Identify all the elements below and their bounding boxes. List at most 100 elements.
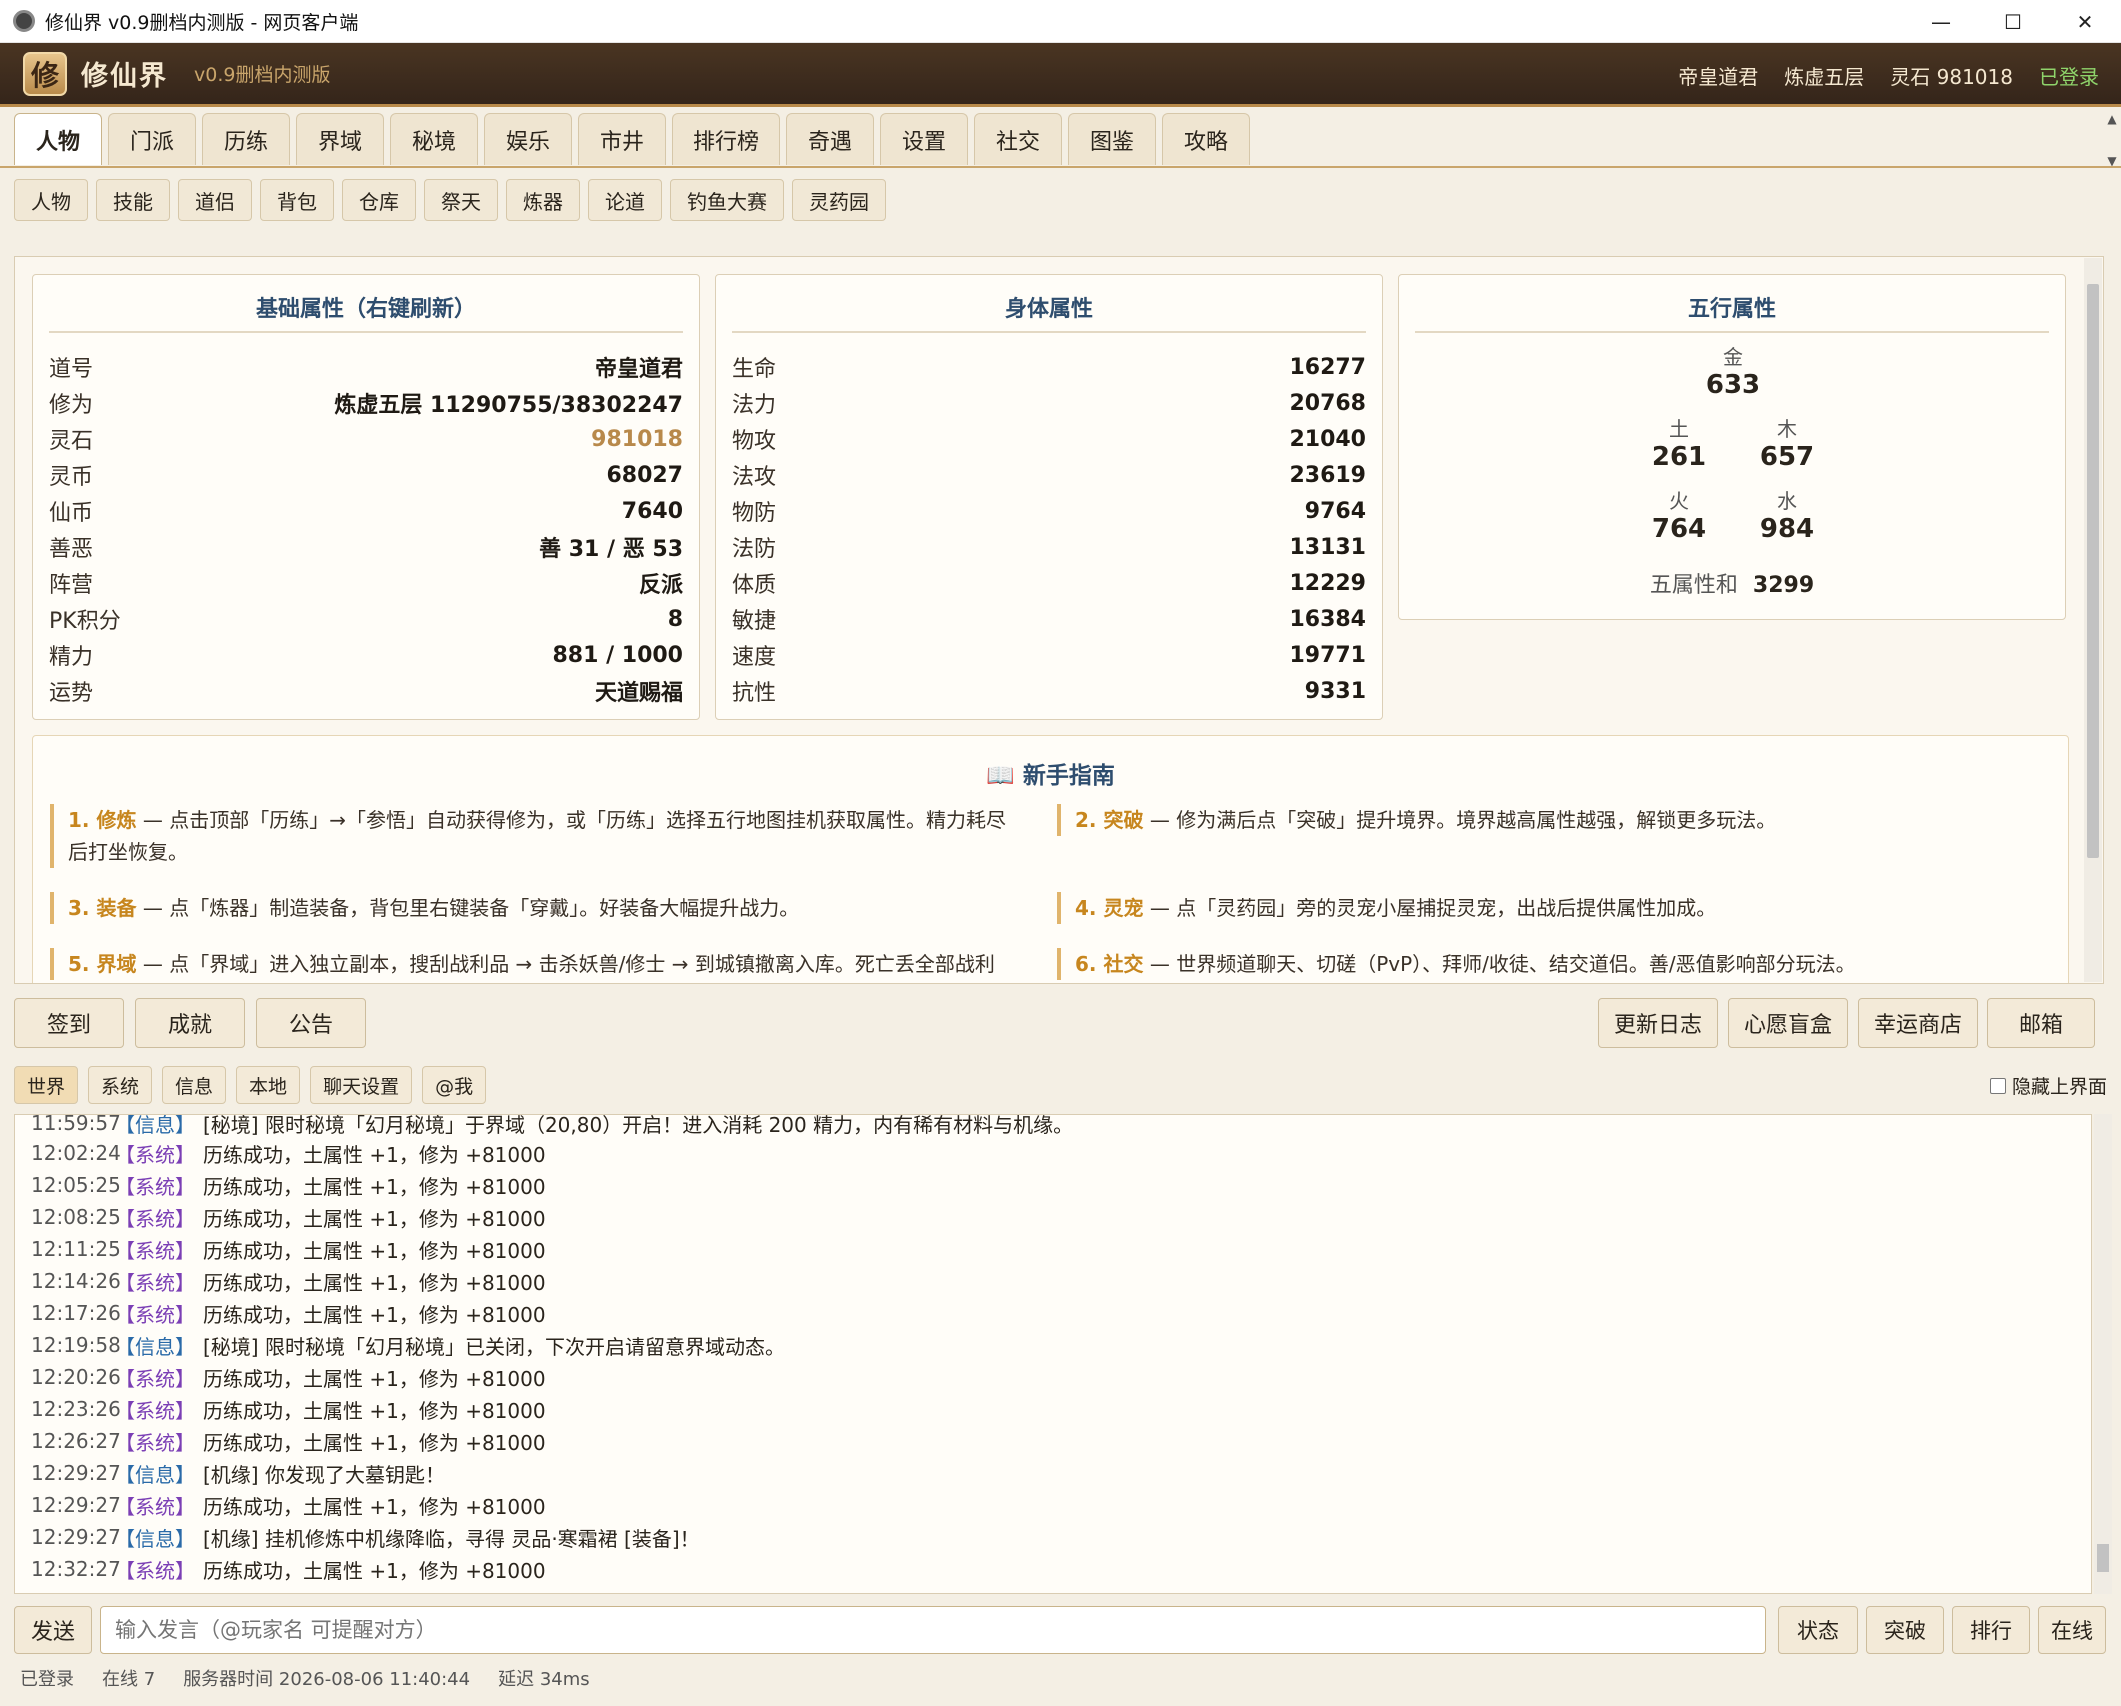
guide-item-heading: 4. 灵宠 (1075, 896, 1144, 920)
element-label: 木 (1777, 417, 1797, 441)
subtab-herb-garden[interactable]: 灵药园 (792, 179, 886, 221)
subtab-debate[interactable]: 论道 (588, 179, 662, 221)
book-icon: 📖 (986, 763, 1015, 789)
status-button[interactable]: 状态 (1778, 1606, 1858, 1654)
guide-item: 5. 界域 — 点「界域」进入独立副本，搜刮战利品 → 击杀妖兽/修士 → 到城… (50, 948, 1040, 980)
guide-item-text: — 点击顶部「历练」→「参悟」自动获得修为，或「历练」选择五行地图挂机获取属性。… (136, 808, 1006, 832)
tab-secret-land[interactable]: 秘境 (390, 113, 478, 165)
attr-row: 物攻 21040 (732, 421, 1366, 457)
guide-title: 📖 新手指南 (33, 756, 2068, 790)
element-value: 633 (1705, 370, 1761, 400)
basic-attributes-title[interactable]: 基础属性（右键刷新） (49, 289, 683, 333)
subtab-backpack[interactable]: 背包 (260, 179, 334, 221)
tab-sect[interactable]: 门派 (108, 113, 196, 165)
chat-text: [机缘] 你发现了大墓钥匙！ (203, 1462, 445, 1487)
breakthrough-button[interactable]: 突破 (1866, 1606, 1944, 1654)
chat-text: 历练成功，土属性 +1，修为 +81000 (203, 1238, 546, 1263)
guide-item-heading: 6. 社交 (1075, 952, 1144, 976)
chat-tab-system[interactable]: 系统 (88, 1066, 153, 1104)
tab-entertainment[interactable]: 娱乐 (484, 113, 572, 165)
hide-ui-checkbox[interactable] (1989, 1077, 2006, 1094)
tab-codex[interactable]: 图鉴 (1068, 113, 1157, 165)
tab-encounter[interactable]: 奇遇 (786, 113, 875, 165)
tab-training[interactable]: 历练 (202, 113, 290, 165)
hide-ui-toggle[interactable]: 隐藏上界面 (1989, 1072, 2107, 1099)
attr-label: 修为 (49, 393, 94, 418)
chat-line: 12:29:27 【信息】 [机缘] 挂机修炼中机缘降临，寻得 灵品·寒霜裙 [装备… (31, 1521, 700, 1553)
attr-value: 9331 (1304, 678, 1366, 704)
chat-text: 历练成功，土属性 +1，修为 +81000 (203, 1494, 546, 1519)
lucky-shop-button[interactable]: 幸运商店 (1858, 998, 1978, 1048)
attr-value: 16277 (1289, 354, 1366, 380)
chat-tab-settings[interactable]: 聊天设置 (310, 1066, 413, 1104)
mailbox-button[interactable]: 邮箱 (1987, 998, 2095, 1048)
attr-value: 19771 (1289, 642, 1366, 668)
chat-text: 历练成功，土属性 +1，修为 +81000 (203, 1430, 546, 1455)
wish-box-button[interactable]: 心愿盲盒 (1728, 998, 1848, 1048)
attr-row: 道号 帝皇道君 (49, 349, 683, 385)
logo-icon: 修 (23, 51, 67, 96)
guide-item: 1. 修炼 — 点击顶部「历练」→「参悟」自动获得修为，或「历练」选择五行地图挂… (50, 804, 1040, 868)
subtab-fishing[interactable]: 钓鱼大赛 (670, 179, 784, 221)
attr-value: 23619 (1289, 462, 1366, 488)
subtab-partner[interactable]: 道侣 (178, 179, 252, 221)
attr-value: 20768 (1289, 390, 1366, 416)
subtab-skills[interactable]: 技能 (96, 179, 170, 221)
guide-item: 2. 突破 — 修为满后点「突破」提升境界。境界越高属性越强，解锁更多玩法。 (1057, 804, 2047, 836)
announcement-button[interactable]: 公告 (256, 998, 366, 1048)
subtab-character[interactable]: 人物 (14, 179, 88, 221)
window-titlebar: 修仙界 v0.9删档内测版 - 网页客户端 — ☐ ✕ (0, 0, 2121, 43)
chat-text: 历练成功，土属性 +1，修为 +81000 (203, 1558, 546, 1583)
main-scroll-thumb[interactable] (2087, 284, 2099, 858)
subtab-forge[interactable]: 炼器 (506, 179, 580, 221)
attr-row: 修为 炼虚五层 11290755/38302247 (49, 385, 683, 421)
chat-time: 12:19:58 (31, 1333, 121, 1357)
subtab-warehouse[interactable]: 仓库 (342, 179, 416, 221)
subtab-worship[interactable]: 祭天 (424, 179, 498, 221)
tab-realm[interactable]: 界域 (296, 113, 384, 165)
tab-character[interactable]: 人物 (14, 113, 102, 165)
tab-divider (0, 166, 2121, 168)
maximize-button[interactable]: ☐ (1977, 0, 2049, 43)
chat-time: 12:05:25 (31, 1173, 121, 1197)
minimize-button[interactable]: — (1905, 0, 1977, 43)
tab-settings[interactable]: 设置 (880, 113, 969, 165)
chat-time: 12:32:27 (31, 1557, 121, 1581)
chat-tab-mentions[interactable]: @我 (422, 1066, 487, 1104)
achievements-button[interactable]: 成就 (135, 998, 245, 1048)
chat-tabs: 世界 系统 信息 本地 聊天设置 @我 (14, 1066, 496, 1104)
chat-tab-world[interactable]: 世界 (14, 1066, 79, 1104)
main-scrollbar[interactable] (2084, 258, 2102, 982)
element-water: 水 984 (1727, 485, 1847, 544)
status-online: 在线 7 (102, 1669, 156, 1690)
element-wood: 木 657 (1727, 413, 1847, 472)
attr-row: 敏捷 16384 (732, 601, 1366, 637)
tab-market[interactable]: 市井 (578, 113, 666, 165)
five-elements-panel: 五行属性 金 633 土 261 木 657 火 764 水 984 五属性和 3299 (1398, 274, 2066, 620)
chat-scrollbar[interactable] (2094, 1114, 2112, 1594)
chat-scroll-thumb[interactable] (2097, 1544, 2109, 1572)
status-login: 已登录 (20, 1669, 74, 1690)
player-realm: 炼虚五层 (1784, 64, 1865, 89)
checkin-button[interactable]: 签到 (14, 998, 124, 1048)
chat-tag: 【系统】 (115, 1142, 195, 1167)
chat-tag: 【系统】 (115, 1558, 195, 1583)
tab-scroll-arrows[interactable]: ▲ ▼ (2103, 112, 2121, 168)
attr-label: 速度 (732, 645, 777, 670)
chat-input[interactable] (100, 1606, 1766, 1654)
tab-guide[interactable]: 攻略 (1162, 113, 1251, 165)
tab-social[interactable]: 社交 (974, 113, 1063, 165)
chat-line: 12:20:26 【系统】 历练成功，土属性 +1，修为 +81000 (31, 1361, 546, 1393)
chat-tab-info[interactable]: 信息 (162, 1066, 227, 1104)
tab-ranking[interactable]: 排行榜 (672, 113, 781, 165)
send-button[interactable]: 发送 (14, 1606, 92, 1654)
chat-tab-local[interactable]: 本地 (236, 1066, 301, 1104)
close-button[interactable]: ✕ (2049, 0, 2121, 43)
online-button[interactable]: 在线 (2038, 1606, 2106, 1654)
element-value: 984 (1759, 514, 1815, 544)
changelog-button[interactable]: 更新日志 (1598, 998, 1718, 1048)
chat-text: 历练成功，土属性 +1，修为 +81000 (203, 1302, 546, 1327)
ranking-button[interactable]: 排行 (1952, 1606, 2030, 1654)
guide-item: 4. 灵宠 — 点「灵药园」旁的灵宠小屋捕捉灵宠，出战后提供属性加成。 (1057, 892, 2047, 924)
attr-label: PK积分 (49, 609, 121, 634)
